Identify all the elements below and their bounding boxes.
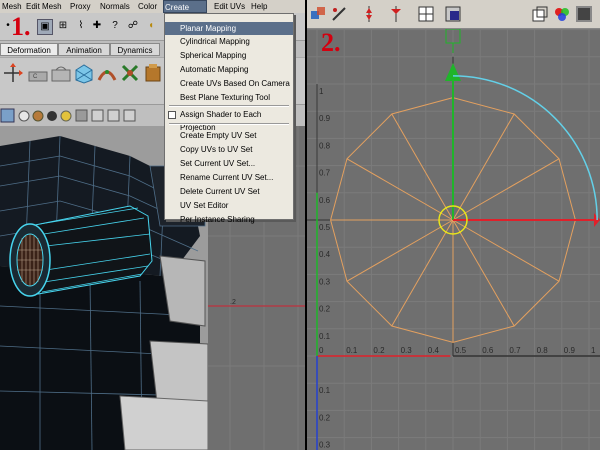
y-tick-label: 0.7 bbox=[319, 169, 331, 178]
menu-delete-uv-set[interactable]: Delete Current UV Set bbox=[165, 185, 293, 198]
lattice-icon[interactable] bbox=[50, 62, 72, 84]
neg-y-tick-label: 0.2 bbox=[319, 413, 331, 422]
tab-dynamics[interactable]: Dynamics bbox=[110, 43, 160, 56]
x-tick-label: 0 bbox=[319, 346, 324, 355]
uv-spoke bbox=[391, 219, 454, 327]
uv-spoke bbox=[452, 219, 560, 282]
uv-image-icon[interactable] bbox=[444, 5, 462, 23]
y-tick-label: 1 bbox=[319, 87, 324, 96]
menu-cylindrical-mapping[interactable]: Cylindrical Mapping bbox=[165, 35, 293, 48]
uv-grid-canvas[interactable]: 0 0.1 0.2 0.3 0.4 0.5 0.6 0.7 0.8 0.9 1 1 0.9 0.8 0.7 0… bbox=[307, 29, 600, 450]
x-tick-label: 0.8 bbox=[537, 346, 549, 355]
move-tool-icon[interactable] bbox=[2, 62, 24, 84]
tab-animation[interactable]: Animation bbox=[58, 43, 110, 56]
snap-point-icon[interactable]: ✚ bbox=[90, 19, 104, 33]
y-tick-label: 0.2 bbox=[319, 305, 331, 314]
uv-texture-editor: 2. 0 0.1 0.2 0.3 0.4 0.5 0.6 0.7 0.8 0.9 1 1 0.9 0.8 0… bbox=[307, 0, 600, 450]
x-tick-label: 0.5 bbox=[455, 346, 467, 355]
help-icon[interactable]: ? bbox=[108, 19, 122, 33]
wrap-deformer-icon[interactable] bbox=[73, 62, 95, 84]
snap-curve-icon[interactable]: ⌇ bbox=[74, 19, 88, 33]
menu-automatic-mapping[interactable]: Automatic Mapping bbox=[165, 63, 293, 76]
uv-flip-icon[interactable] bbox=[330, 5, 348, 23]
menu-color[interactable]: Color bbox=[137, 0, 158, 13]
snap-grid-icon[interactable]: ⊞ bbox=[56, 19, 70, 33]
menu-create-empty-uv-set[interactable]: Create Empty UV Set bbox=[165, 129, 293, 142]
uv-spoke bbox=[346, 158, 454, 221]
checker-icon[interactable] bbox=[575, 5, 593, 23]
twist-icon[interactable] bbox=[119, 62, 141, 84]
x-tick-label: 0.9 bbox=[564, 346, 576, 355]
cluster-icon[interactable]: C bbox=[27, 62, 49, 84]
bend-icon[interactable] bbox=[96, 62, 118, 84]
neg-y-tick-label: 0.1 bbox=[319, 386, 331, 395]
menu-normals[interactable]: Normals bbox=[99, 0, 131, 13]
left-maya-window: Mesh Edit Mesh Proxy Normals Color Creat… bbox=[0, 0, 305, 450]
create-uvs-dropdown: Planar Mapping Cylindrical Mapping Spher… bbox=[164, 13, 294, 224]
menu-rename-uv-set[interactable]: Rename Current UV Set... bbox=[165, 171, 293, 184]
x-tick-label: 0.6 bbox=[482, 346, 494, 355]
svg-text:C: C bbox=[33, 74, 38, 80]
menu-separator bbox=[169, 105, 289, 107]
ipr-icon[interactable]: ◖ bbox=[144, 19, 158, 33]
menu-create-uvs[interactable]: Create UVs bbox=[163, 0, 207, 25]
menu-set-current-uv-set[interactable]: Set Current UV Set... bbox=[165, 157, 293, 170]
x-tick-label: 0.1 bbox=[346, 346, 358, 355]
y-tick-label: 0.4 bbox=[319, 250, 331, 259]
menu-create-uvs-camera[interactable]: Create UVs Based On Camera bbox=[165, 77, 293, 90]
manip-v-arrow bbox=[445, 63, 461, 81]
uv-grid-icon[interactable] bbox=[417, 5, 435, 23]
uv-spoke bbox=[452, 219, 515, 327]
rgb-channels-icon[interactable] bbox=[553, 5, 571, 23]
menu-proxy[interactable]: Proxy bbox=[69, 0, 91, 13]
menu-per-instance-sharing[interactable]: Per Instance Sharing bbox=[165, 213, 293, 225]
uv-move-icon[interactable] bbox=[309, 5, 327, 23]
menu-planar-mapping[interactable]: Planar Mapping bbox=[165, 22, 293, 35]
uv-editor-toolbar bbox=[307, 0, 600, 29]
menu-assign-shader[interactable]: Assign Shader to Each Projection bbox=[165, 108, 293, 132]
tab-deformation[interactable]: Deformation bbox=[0, 43, 58, 56]
neg-y-tick-label: 0.3 bbox=[319, 441, 331, 450]
x-tick-label: 0.4 bbox=[428, 346, 440, 355]
y-tick-label: 0.3 bbox=[319, 277, 331, 286]
menu-bar: Mesh Edit Mesh Proxy Normals Color Creat… bbox=[0, 0, 305, 25]
y-tick-label: 0.6 bbox=[319, 196, 331, 205]
uv-align-icon[interactable] bbox=[360, 5, 378, 23]
menu-help[interactable]: Help bbox=[250, 0, 268, 13]
render-icon[interactable]: ☍ bbox=[126, 19, 140, 33]
menu-uv-set-editor[interactable]: UV Set Editor bbox=[165, 199, 293, 212]
uv-tick-labels: 0 0.1 0.2 0.3 0.4 0.5 0.6 0.7 0.8 0.9 1 1 0.9 0.8 0.7 0… bbox=[319, 87, 596, 450]
uv-spoke bbox=[452, 158, 560, 221]
uv-spoke bbox=[452, 113, 515, 221]
uv-display-icon[interactable] bbox=[531, 5, 549, 23]
uv-snap-icon[interactable] bbox=[387, 5, 405, 23]
menu-edit-uvs[interactable]: Edit UVs bbox=[213, 0, 246, 13]
step-1-label: 1. bbox=[11, 12, 31, 41]
x-tick-label: 1 bbox=[591, 346, 596, 355]
x-tick-label: 0.3 bbox=[401, 346, 413, 355]
menu-best-plane-texturing[interactable]: Best Plane Texturing Tool bbox=[165, 91, 293, 104]
y-tick-label: 0.9 bbox=[319, 114, 331, 123]
uv-spoke bbox=[346, 219, 454, 282]
x-tick-label: 0.7 bbox=[509, 346, 521, 355]
menu-copy-uvs[interactable]: Copy UVs to UV Set bbox=[165, 143, 293, 156]
menu-spherical-mapping[interactable]: Spherical Mapping bbox=[165, 49, 293, 62]
manip-rotate-arc bbox=[452, 75, 598, 221]
select-object-icon[interactable]: ▣ bbox=[37, 19, 53, 35]
y-tick-label: 0.1 bbox=[319, 332, 331, 341]
y-tick-label: 0.5 bbox=[319, 223, 331, 232]
x-tick-label: 0.2 bbox=[373, 346, 385, 355]
squash-icon[interactable] bbox=[142, 62, 164, 84]
uv-tick-label: .2 bbox=[230, 299, 236, 306]
menu-edit-mesh[interactable]: Edit Mesh bbox=[25, 0, 63, 13]
panel-toolbar-icons bbox=[0, 108, 136, 123]
y-tick-label: 0.8 bbox=[319, 141, 331, 150]
uv-spoke bbox=[391, 113, 454, 221]
menu-separator bbox=[169, 123, 289, 125]
